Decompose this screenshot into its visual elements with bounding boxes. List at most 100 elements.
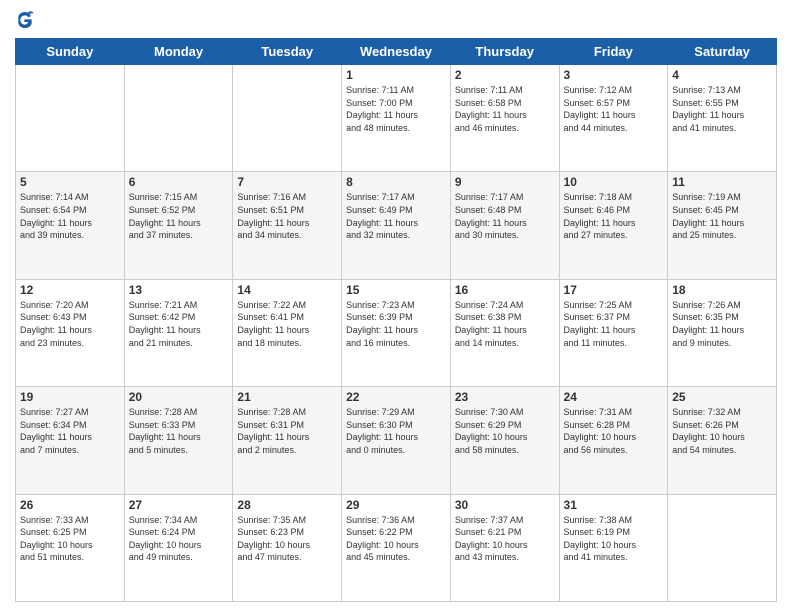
day-number: 15 (346, 283, 446, 297)
weekday-header-friday: Friday (559, 39, 668, 65)
calendar-cell: 23 Sunrise: 7:30 AM Sunset: 6:29 PM Dayli… (450, 387, 559, 494)
day-number: 3 (564, 68, 664, 82)
logo (15, 10, 39, 30)
day-info: Sunrise: 7:34 AM Sunset: 6:24 PM Dayligh… (129, 514, 229, 564)
day-number: 30 (455, 498, 555, 512)
day-number: 27 (129, 498, 229, 512)
day-number: 25 (672, 390, 772, 404)
weekday-header-row: SundayMondayTuesdayWednesdayThursdayFrid… (16, 39, 777, 65)
calendar-cell (124, 65, 233, 172)
day-number: 1 (346, 68, 446, 82)
day-info: Sunrise: 7:16 AM Sunset: 6:51 PM Dayligh… (237, 191, 337, 241)
day-info: Sunrise: 7:28 AM Sunset: 6:31 PM Dayligh… (237, 406, 337, 456)
calendar-week-5: 26Sunrise: 7:33 AM Sunset: 6:25 PM Dayli… (16, 494, 777, 601)
calendar-cell (16, 65, 125, 172)
calendar-cell: 8 Sunrise: 7:17 AM Sunset: 6:49 PM Daylig… (342, 172, 451, 279)
day-number: 20 (129, 390, 229, 404)
calendar-cell: 24Sunrise: 7:31 AM Sunset: 6:28 PM Dayli… (559, 387, 668, 494)
calendar-cell: 21 Sunrise: 7:28 AM Sunset: 6:31 PM Dayli… (233, 387, 342, 494)
day-number: 6 (129, 175, 229, 189)
day-number: 2 (455, 68, 555, 82)
day-info: Sunrise: 7:26 AM Sunset: 6:35 PM Dayligh… (672, 299, 772, 349)
day-info: Sunrise: 7:13 AM Sunset: 6:55 PM Dayligh… (672, 84, 772, 134)
logo-icon (15, 10, 35, 30)
day-number: 29 (346, 498, 446, 512)
calendar-week-3: 12 Sunrise: 7:20 AM Sunset: 6:43 PM Dayli… (16, 279, 777, 386)
day-number: 5 (20, 175, 120, 189)
day-info: Sunrise: 7:11 AM Sunset: 6:58 PM Dayligh… (455, 84, 555, 134)
calendar-week-2: 5 Sunrise: 7:14 AM Sunset: 6:54 PM Daylig… (16, 172, 777, 279)
day-info: Sunrise: 7:22 AM Sunset: 6:41 PM Dayligh… (237, 299, 337, 349)
calendar-cell: 13 Sunrise: 7:21 AM Sunset: 6:42 PM Dayli… (124, 279, 233, 386)
day-info: Sunrise: 7:20 AM Sunset: 6:43 PM Dayligh… (20, 299, 120, 349)
calendar-cell (233, 65, 342, 172)
calendar-cell: 16 Sunrise: 7:24 AM Sunset: 6:38 PM Dayli… (450, 279, 559, 386)
day-info: Sunrise: 7:28 AM Sunset: 6:33 PM Dayligh… (129, 406, 229, 456)
calendar-cell: 17 Sunrise: 7:25 AM Sunset: 6:37 PM Dayli… (559, 279, 668, 386)
day-number: 18 (672, 283, 772, 297)
calendar-cell: 7Sunrise: 7:16 AM Sunset: 6:51 PM Daylig… (233, 172, 342, 279)
calendar-cell: 5 Sunrise: 7:14 AM Sunset: 6:54 PM Daylig… (16, 172, 125, 279)
day-number: 16 (455, 283, 555, 297)
calendar-cell: 12 Sunrise: 7:20 AM Sunset: 6:43 PM Dayli… (16, 279, 125, 386)
day-info: Sunrise: 7:25 AM Sunset: 6:37 PM Dayligh… (564, 299, 664, 349)
calendar-cell: 11 Sunrise: 7:19 AM Sunset: 6:45 PM Dayli… (668, 172, 777, 279)
calendar-cell: 3 Sunrise: 7:12 AM Sunset: 6:57 PM Daylig… (559, 65, 668, 172)
calendar-cell (668, 494, 777, 601)
day-number: 17 (564, 283, 664, 297)
calendar-cell: 4Sunrise: 7:13 AM Sunset: 6:55 PM Daylig… (668, 65, 777, 172)
calendar-cell: 22Sunrise: 7:29 AM Sunset: 6:30 PM Dayli… (342, 387, 451, 494)
day-number: 31 (564, 498, 664, 512)
calendar-cell: 9 Sunrise: 7:17 AM Sunset: 6:48 PM Daylig… (450, 172, 559, 279)
day-info: Sunrise: 7:38 AM Sunset: 6:19 PM Dayligh… (564, 514, 664, 564)
day-number: 13 (129, 283, 229, 297)
calendar-cell: 27 Sunrise: 7:34 AM Sunset: 6:24 PM Dayli… (124, 494, 233, 601)
day-info: Sunrise: 7:19 AM Sunset: 6:45 PM Dayligh… (672, 191, 772, 241)
calendar-cell: 28 Sunrise: 7:35 AM Sunset: 6:23 PM Dayli… (233, 494, 342, 601)
calendar-cell: 14 Sunrise: 7:22 AM Sunset: 6:41 PM Dayli… (233, 279, 342, 386)
day-number: 12 (20, 283, 120, 297)
day-info: Sunrise: 7:12 AM Sunset: 6:57 PM Dayligh… (564, 84, 664, 134)
day-number: 10 (564, 175, 664, 189)
page: SundayMondayTuesdayWednesdayThursdayFrid… (0, 0, 792, 612)
day-number: 28 (237, 498, 337, 512)
day-info: Sunrise: 7:14 AM Sunset: 6:54 PM Dayligh… (20, 191, 120, 241)
calendar-cell: 6 Sunrise: 7:15 AM Sunset: 6:52 PM Daylig… (124, 172, 233, 279)
calendar-week-4: 19Sunrise: 7:27 AM Sunset: 6:34 PM Dayli… (16, 387, 777, 494)
calendar-cell: 26Sunrise: 7:33 AM Sunset: 6:25 PM Dayli… (16, 494, 125, 601)
calendar-cell: 31 Sunrise: 7:38 AM Sunset: 6:19 PM Dayli… (559, 494, 668, 601)
day-info: Sunrise: 7:36 AM Sunset: 6:22 PM Dayligh… (346, 514, 446, 564)
calendar-cell: 18 Sunrise: 7:26 AM Sunset: 6:35 PM Dayli… (668, 279, 777, 386)
calendar-table: SundayMondayTuesdayWednesdayThursdayFrid… (15, 38, 777, 602)
day-info: Sunrise: 7:21 AM Sunset: 6:42 PM Dayligh… (129, 299, 229, 349)
day-info: Sunrise: 7:17 AM Sunset: 6:49 PM Dayligh… (346, 191, 446, 241)
day-number: 9 (455, 175, 555, 189)
header (15, 10, 777, 30)
day-number: 23 (455, 390, 555, 404)
day-info: Sunrise: 7:11 AM Sunset: 7:00 PM Dayligh… (346, 84, 446, 134)
day-info: Sunrise: 7:32 AM Sunset: 6:26 PM Dayligh… (672, 406, 772, 456)
day-number: 14 (237, 283, 337, 297)
calendar-cell: 19Sunrise: 7:27 AM Sunset: 6:34 PM Dayli… (16, 387, 125, 494)
weekday-header-thursday: Thursday (450, 39, 559, 65)
calendar-week-1: 1 Sunrise: 7:11 AM Sunset: 7:00 PM Daylig… (16, 65, 777, 172)
calendar-cell: 15 Sunrise: 7:23 AM Sunset: 6:39 PM Dayli… (342, 279, 451, 386)
day-info: Sunrise: 7:24 AM Sunset: 6:38 PM Dayligh… (455, 299, 555, 349)
day-number: 24 (564, 390, 664, 404)
day-info: Sunrise: 7:29 AM Sunset: 6:30 PM Dayligh… (346, 406, 446, 456)
day-number: 11 (672, 175, 772, 189)
day-info: Sunrise: 7:35 AM Sunset: 6:23 PM Dayligh… (237, 514, 337, 564)
day-info: Sunrise: 7:27 AM Sunset: 6:34 PM Dayligh… (20, 406, 120, 456)
day-info: Sunrise: 7:23 AM Sunset: 6:39 PM Dayligh… (346, 299, 446, 349)
weekday-header-saturday: Saturday (668, 39, 777, 65)
day-info: Sunrise: 7:15 AM Sunset: 6:52 PM Dayligh… (129, 191, 229, 241)
weekday-header-monday: Monday (124, 39, 233, 65)
calendar-cell: 25 Sunrise: 7:32 AM Sunset: 6:26 PM Dayli… (668, 387, 777, 494)
weekday-header-sunday: Sunday (16, 39, 125, 65)
day-info: Sunrise: 7:30 AM Sunset: 6:29 PM Dayligh… (455, 406, 555, 456)
day-info: Sunrise: 7:33 AM Sunset: 6:25 PM Dayligh… (20, 514, 120, 564)
calendar-cell: 30Sunrise: 7:37 AM Sunset: 6:21 PM Dayli… (450, 494, 559, 601)
day-number: 21 (237, 390, 337, 404)
day-info: Sunrise: 7:17 AM Sunset: 6:48 PM Dayligh… (455, 191, 555, 241)
day-number: 8 (346, 175, 446, 189)
